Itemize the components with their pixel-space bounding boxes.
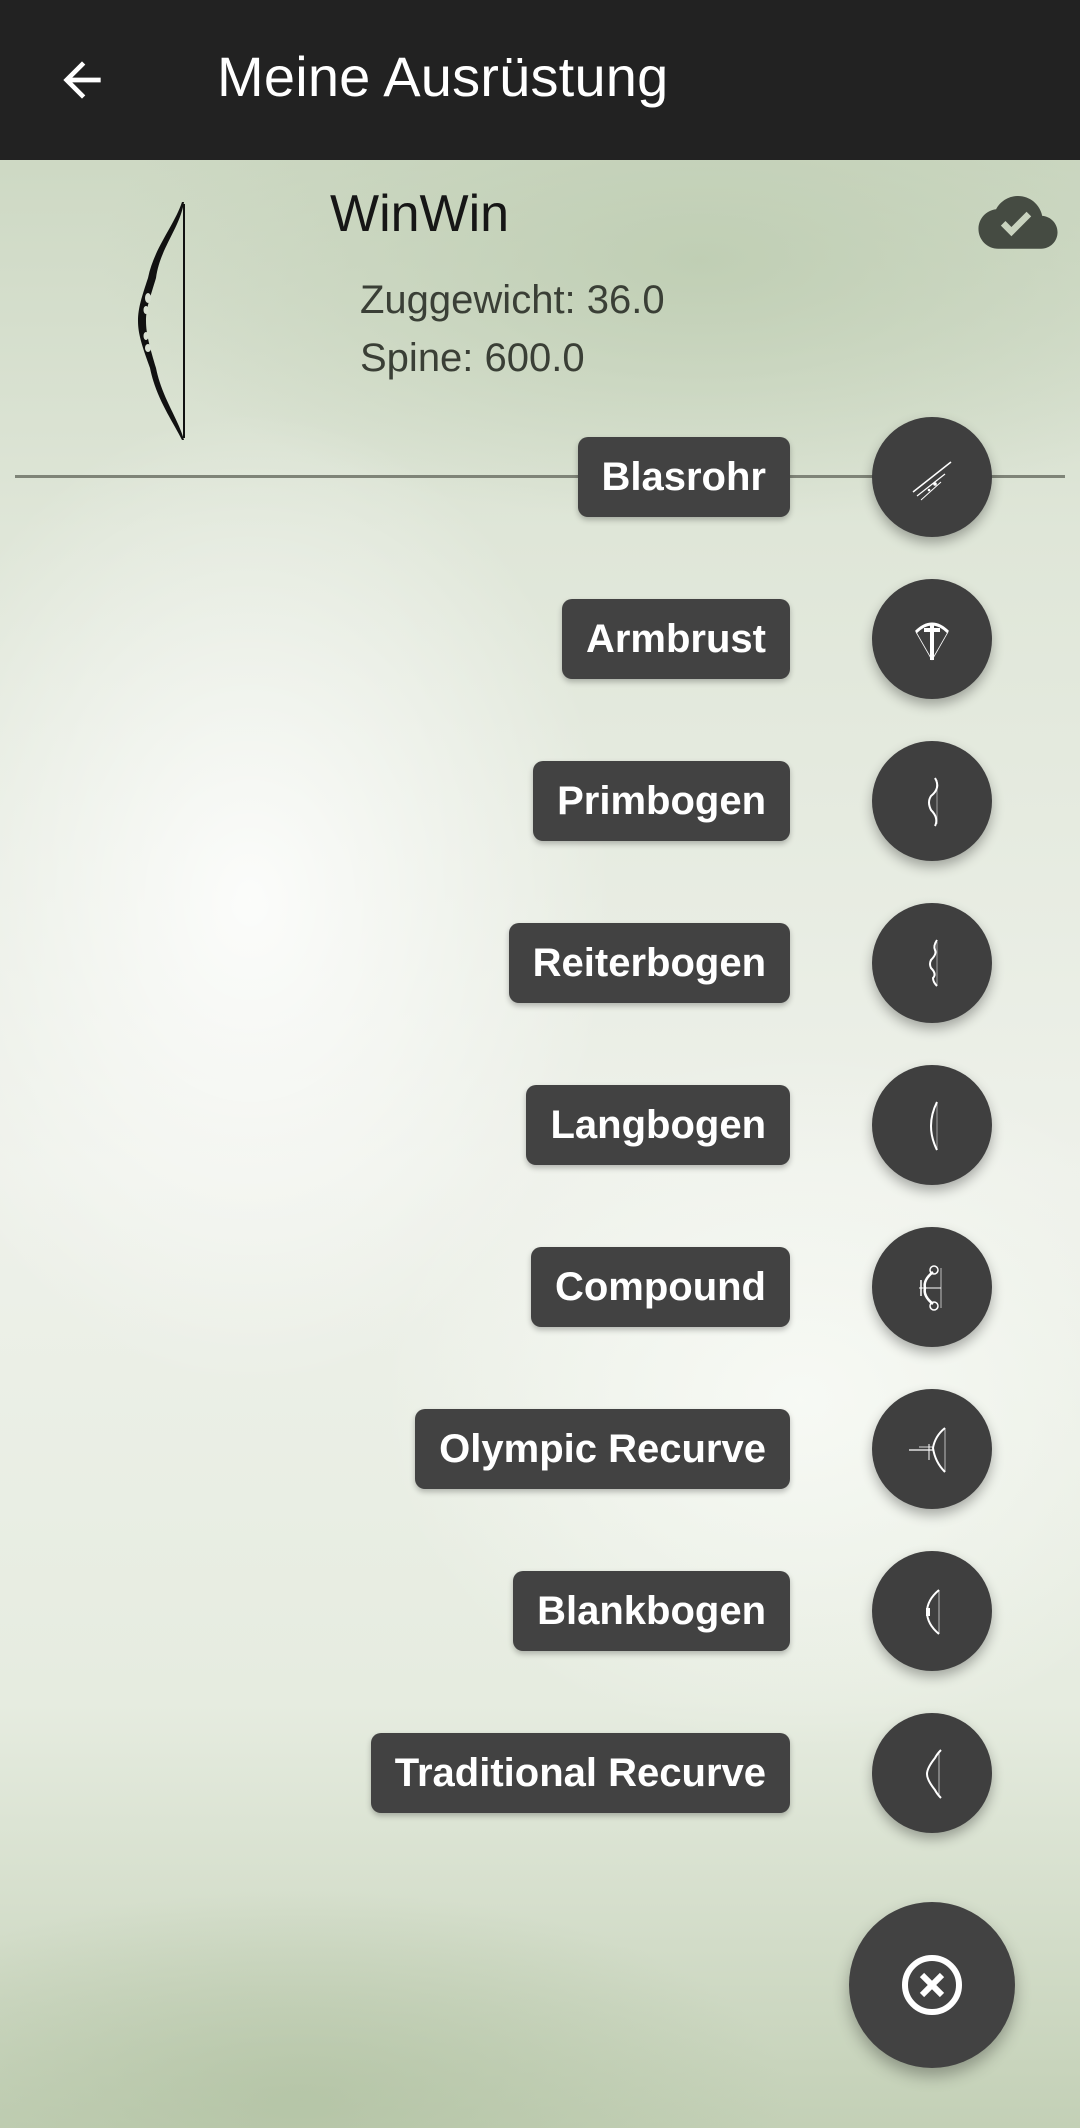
back-button[interactable] [40,38,124,122]
speed-dial-item-primbogen: Primbogen [0,741,1080,861]
recurve-bow-icon [138,202,185,440]
compound-bow-icon [919,1265,942,1311]
speed-dial-label[interactable]: Armbrust [561,599,790,679]
horse-bow-icon [929,939,938,987]
speed-dial-label[interactable]: Langbogen [526,1085,790,1165]
speed-dial-item-traditional-recurve: Traditional Recurve [0,1713,1080,1833]
app-bar: Meine Ausrüstung [0,0,1080,160]
longbow-icon [930,1101,938,1151]
speed-dial-label[interactable]: Olympic Recurve [415,1409,790,1489]
crossbow-icon [914,622,950,661]
speed-dial-button[interactable] [872,1551,992,1671]
draw-weight: Zuggewicht: 36.0 [360,278,665,322]
olympic-recurve-icon [909,1427,946,1473]
speed-dial-item-armbrust: Armbrust [0,579,1080,699]
speed-dial-button[interactable] [872,1227,992,1347]
speed-dial-button[interactable] [872,741,992,861]
speed-dial-item-compound: Compound [0,1227,1080,1347]
speed-dial-button[interactable] [872,417,992,537]
speed-dial-label[interactable]: Primbogen [533,761,790,841]
spine-value: Spine: 600.0 [360,336,585,380]
primitive-bow-icon [928,777,939,827]
close-circle-icon [902,1955,962,2015]
speed-dial-label[interactable]: Reiterbogen [508,923,790,1003]
equipment-name: WinWin [330,185,510,243]
barebow-icon [925,1589,940,1635]
close-speed-dial-button[interactable] [849,1902,1015,2068]
speed-dial-label[interactable]: Traditional Recurve [370,1733,790,1813]
traditional-recurve-icon [925,1749,942,1799]
speed-dial-button[interactable] [872,1065,992,1185]
speed-dial-label[interactable]: Blasrohr [577,437,790,517]
speed-dial-button[interactable] [872,1713,992,1833]
page-title: Meine Ausrüstung [217,45,669,108]
speed-dial-button[interactable] [872,1389,992,1509]
speed-dial-button[interactable] [872,903,992,1023]
blowgun-icon [912,461,952,501]
cloud-done-icon[interactable] [978,196,1058,252]
speed-dial-item-reiterbogen: Reiterbogen [0,903,1080,1023]
arrow-left-icon [63,61,101,99]
speed-dial-item-blasrohr: Blasrohr [0,417,1080,537]
speed-dial-label[interactable]: Compound [530,1247,790,1327]
speed-dial-item-blankbogen: Blankbogen [0,1551,1080,1671]
speed-dial-label[interactable]: Blankbogen [513,1571,790,1651]
speed-dial-item-olympic-recurve: Olympic Recurve [0,1389,1080,1509]
speed-dial-item-langbogen: Langbogen [0,1065,1080,1185]
speed-dial-button[interactable] [872,579,992,699]
